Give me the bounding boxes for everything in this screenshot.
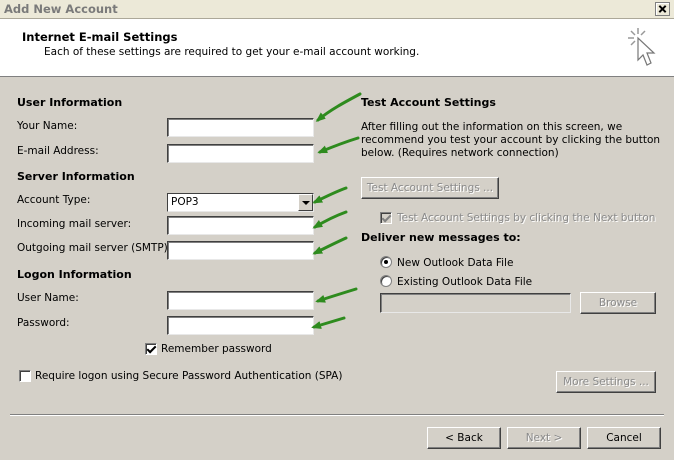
next-button[interactable]: Next >	[507, 427, 581, 449]
annotation-arrow-icon	[312, 236, 348, 255]
account-type-label: Account Type:	[17, 194, 91, 206]
annotation-arrow-icon	[312, 210, 348, 229]
logon-info-heading: Logon Information	[17, 268, 132, 281]
existing-data-file-label: Existing Outlook Data File	[397, 276, 533, 288]
annotation-arrow-icon	[312, 186, 348, 204]
back-button[interactable]: < Back	[427, 427, 501, 449]
window-title: Add New Account	[4, 2, 118, 16]
deliver-heading: Deliver new messages to:	[361, 231, 521, 244]
incoming-server-label: Incoming mail server:	[17, 218, 132, 230]
browse-button[interactable]: Browse	[580, 292, 656, 314]
user-info-heading: User Information	[17, 96, 123, 109]
email-address-field[interactable]	[167, 144, 314, 163]
email-address-label: E-mail Address:	[17, 145, 99, 157]
account-type-value: POP3	[171, 196, 199, 208]
annotation-arrow-icon	[315, 92, 362, 122]
add-new-account-dialog: Add New Account Internet E-mail Settings…	[0, 0, 674, 460]
more-settings-button[interactable]: More Settings ...	[556, 371, 656, 393]
annotation-arrow-icon	[317, 136, 360, 154]
cancel-button[interactable]: Cancel	[587, 427, 661, 449]
password-label: Password:	[17, 317, 70, 329]
user-name-label: User Name:	[17, 292, 79, 304]
annotation-arrow-icon	[315, 287, 358, 303]
incoming-server-field[interactable]	[167, 216, 314, 235]
your-name-field[interactable]	[167, 118, 314, 137]
test-account-settings-button[interactable]: Test Account Settings ...	[361, 177, 499, 199]
wizard-cursor-icon	[628, 28, 656, 66]
annotation-arrow-icon	[311, 316, 346, 329]
header-subtitle: Each of these settings are required to g…	[44, 46, 420, 58]
test-description-line3: below. (Requires network connection)	[361, 147, 559, 159]
outgoing-server-field[interactable]	[167, 241, 314, 260]
test-description-line1: After filling out the information on thi…	[361, 121, 623, 133]
test-on-next-label: Test Account Settings by clicking the Ne…	[397, 212, 656, 224]
spa-label: Require logon using Secure Password Auth…	[35, 370, 343, 382]
server-info-heading: Server Information	[17, 170, 135, 183]
test-settings-heading: Test Account Settings	[361, 96, 496, 109]
spa-checkbox[interactable]	[19, 370, 31, 382]
outgoing-server-label: Outgoing mail server (SMTP):	[17, 242, 172, 254]
test-on-next-checkbox[interactable]	[380, 212, 392, 224]
your-name-label: Your Name:	[17, 120, 78, 132]
account-type-select[interactable]: POP3	[167, 193, 314, 212]
new-data-file-radio[interactable]	[380, 256, 392, 268]
remember-password-label: Remember password	[161, 343, 272, 355]
existing-data-file-path[interactable]	[380, 293, 571, 313]
header-panel: Internet E-mail Settings Each of these s…	[0, 19, 674, 77]
footer-separator	[10, 414, 664, 416]
user-name-field[interactable]	[167, 291, 314, 310]
existing-data-file-radio[interactable]	[380, 275, 392, 287]
dropdown-arrow-icon[interactable]	[298, 194, 313, 211]
remember-password-checkbox[interactable]	[145, 343, 157, 355]
title-bar: Add New Account	[0, 0, 674, 19]
header-title: Internet E-mail Settings	[22, 30, 178, 44]
new-data-file-label: New Outlook Data File	[397, 257, 514, 269]
password-field[interactable]	[167, 316, 314, 335]
close-icon[interactable]	[655, 2, 670, 16]
test-description-line2: recommend you test your account by click…	[361, 134, 661, 146]
